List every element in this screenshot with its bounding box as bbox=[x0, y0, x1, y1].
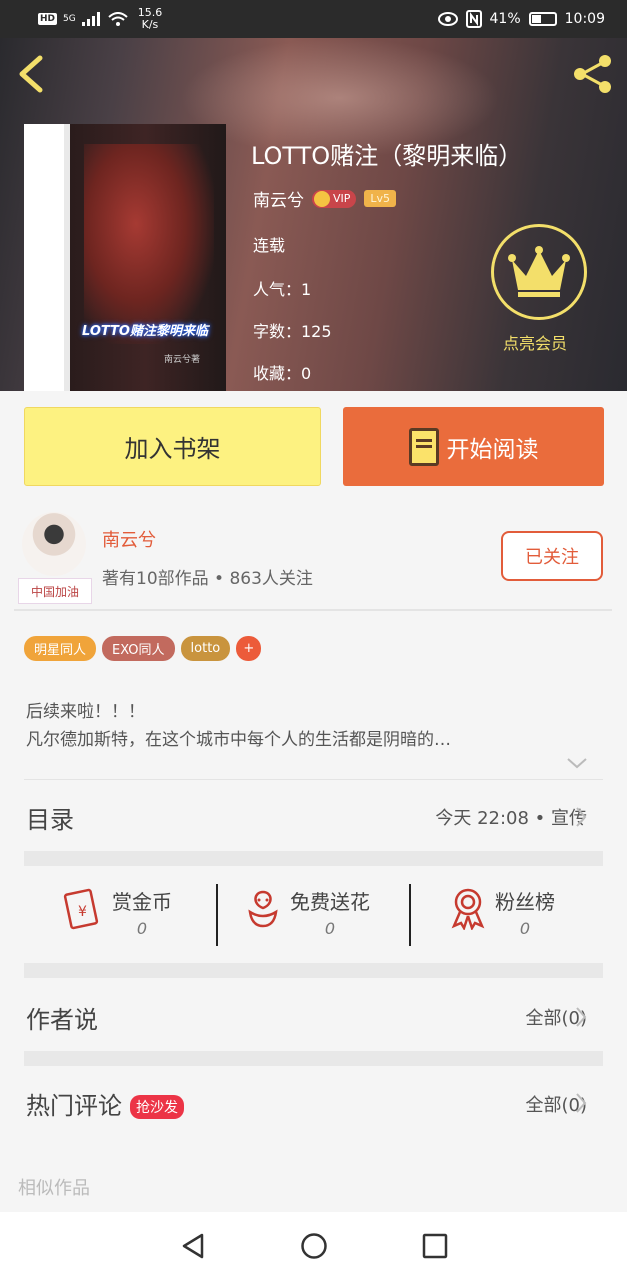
book-cover[interactable]: LOTTO赌注黎明来临 南云兮著 bbox=[24, 124, 226, 391]
book-favorites: 收藏：0 bbox=[253, 364, 312, 383]
nfc-icon bbox=[465, 10, 482, 28]
share-icon[interactable] bbox=[570, 52, 616, 96]
book-header: LOTTO赌注黎明来临 南云兮著 LOTTO赌注（黎明来临） 南云兮 VIP L… bbox=[0, 38, 627, 391]
cover-title: LOTTO赌注黎明来临 bbox=[82, 324, 208, 339]
action-label: 免费送花 bbox=[290, 890, 370, 914]
red-envelope-icon: ¥ bbox=[63, 888, 99, 930]
status-bar: HD 5G 15.6 K/s 41% 10:09 bbox=[0, 0, 627, 38]
flower-icon bbox=[248, 890, 278, 928]
similar-works-label: 相似作品 bbox=[18, 1178, 90, 1199]
add-to-shelf-button[interactable]: 加入书架 bbox=[24, 407, 321, 486]
author-name[interactable]: 南云兮 bbox=[102, 526, 156, 552]
hd-badge: HD bbox=[38, 13, 58, 25]
vertical-divider bbox=[409, 884, 411, 946]
action-label: 粉丝榜 bbox=[495, 890, 555, 914]
wifi-icon bbox=[108, 12, 128, 26]
chevron-down-icon[interactable] bbox=[566, 756, 588, 770]
follow-button[interactable]: 已关注 bbox=[501, 531, 603, 581]
divider bbox=[14, 609, 612, 611]
tag-item[interactable]: 明星同人 bbox=[24, 636, 97, 661]
catalog-update[interactable]: 今天 22:08 • 宣传 bbox=[435, 804, 587, 830]
book-author[interactable]: 南云兮 bbox=[253, 186, 304, 211]
tag-item[interactable]: EXO同人 bbox=[102, 636, 175, 661]
description-line: 凡尔德加斯特，在这个城市中每个人的生活都是阴暗的… bbox=[26, 730, 451, 750]
tag-list: 明星同人 EXO同人 lotto + bbox=[24, 636, 262, 661]
vip-label: VIP bbox=[333, 192, 351, 205]
tag-item[interactable]: lotto bbox=[180, 636, 231, 661]
eye-icon bbox=[437, 12, 458, 26]
fan-rank-button[interactable]: 粉丝榜 0 bbox=[449, 886, 555, 938]
book-status: 连载 bbox=[253, 236, 286, 255]
crown-icon bbox=[314, 190, 330, 207]
chevron-right-icon[interactable] bbox=[574, 806, 588, 828]
hot-comments-header[interactable]: 热门评论 抢沙发 bbox=[26, 1086, 184, 1121]
home-nav-icon[interactable] bbox=[300, 1232, 328, 1260]
vip-promo-label[interactable]: 点亮会员 bbox=[503, 330, 567, 354]
book-icon bbox=[408, 427, 439, 466]
cover-author: 南云兮著 bbox=[164, 355, 201, 365]
signal-icon bbox=[81, 12, 100, 26]
vertical-divider bbox=[216, 884, 218, 946]
first-comment-badge[interactable]: 抢沙发 bbox=[130, 1095, 184, 1119]
cover-figure bbox=[84, 144, 214, 344]
speed-unit: K/s bbox=[141, 18, 159, 31]
author-row: 南云兮 VIP Lv5 bbox=[253, 186, 397, 211]
vip-promo-button[interactable] bbox=[491, 224, 587, 320]
section-separator bbox=[24, 1051, 603, 1066]
network-speed: 15.6 K/s bbox=[138, 7, 163, 31]
add-tag-button[interactable]: + bbox=[236, 636, 262, 661]
reward-coins-button[interactable]: ¥ 赏金币 0 bbox=[60, 886, 172, 938]
action-value: 0 bbox=[324, 919, 336, 938]
medal-icon bbox=[451, 888, 485, 930]
battery-fill bbox=[531, 15, 541, 23]
action-value: 0 bbox=[136, 919, 148, 938]
author-says-label[interactable]: 作者说 bbox=[26, 1000, 98, 1035]
battery-percent: 41% bbox=[489, 11, 521, 27]
hot-comments-label: 热门评论 bbox=[26, 1092, 122, 1120]
recent-apps-icon[interactable] bbox=[422, 1233, 448, 1259]
book-popularity: 人气：1 bbox=[253, 280, 312, 299]
send-flower-button[interactable]: 免费送花 0 bbox=[244, 886, 370, 938]
section-separator bbox=[24, 963, 603, 978]
back-nav-icon[interactable] bbox=[180, 1232, 206, 1260]
action-value: 0 bbox=[519, 919, 531, 938]
svg-text:¥: ¥ bbox=[78, 904, 87, 920]
clock: 10:09 bbox=[564, 11, 605, 27]
battery-icon bbox=[528, 12, 557, 26]
start-reading-label: 开始阅读 bbox=[446, 436, 539, 463]
divider bbox=[24, 779, 603, 780]
start-reading-button[interactable]: 开始阅读 bbox=[343, 407, 604, 486]
section-separator bbox=[24, 851, 603, 866]
crown-icon bbox=[508, 246, 570, 297]
avatar[interactable] bbox=[22, 512, 86, 576]
author-stats: 著有10部作品 • 863人关注 bbox=[102, 569, 313, 589]
book-word-count: 字数：125 bbox=[253, 322, 332, 341]
avatar-tag: 中国加油 bbox=[18, 578, 92, 604]
chevron-right-icon[interactable] bbox=[574, 1092, 588, 1114]
vip-badge: VIP bbox=[312, 189, 357, 208]
system-nav-bar bbox=[0, 1212, 627, 1280]
level-badge: Lv5 bbox=[364, 190, 397, 207]
description-line: 后续来啦！！！ bbox=[26, 702, 145, 722]
signal-label: 5G bbox=[63, 14, 76, 24]
back-icon[interactable] bbox=[14, 54, 48, 94]
chevron-right-icon[interactable] bbox=[574, 1006, 588, 1028]
catalog-label[interactable]: 目录 bbox=[26, 800, 74, 835]
book-title: LOTTO赌注（黎明来临） bbox=[251, 142, 523, 170]
action-label: 赏金币 bbox=[112, 890, 172, 914]
